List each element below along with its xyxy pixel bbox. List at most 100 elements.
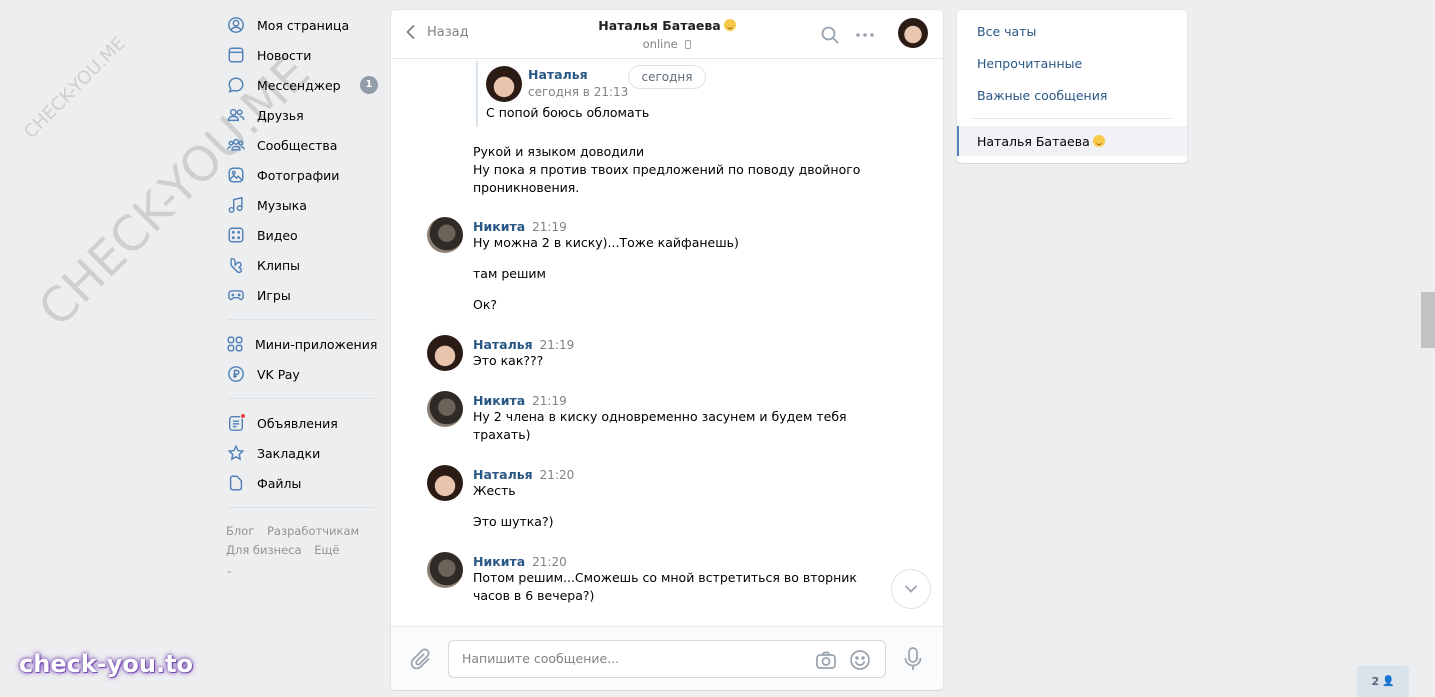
sidebar-item-messenger[interactable]: Мессенджер 1 [226,70,378,100]
sidebar-item-label: Мессенджер [257,77,341,93]
message-text: Рукой и языком доводили Ну пока я против… [473,143,860,197]
chat-avatar[interactable] [898,18,928,48]
footer-link-developers[interactable]: Разработчикам [267,524,359,538]
filter-important[interactable]: Важные сообщения [977,88,1107,103]
chat-filters-panel: Все чаты Непрочитанные Важные сообщения … [957,10,1187,163]
sidebar-item-communities[interactable]: Сообщества [226,130,376,160]
footer-link-blog[interactable]: Блог [226,524,254,538]
message-time: 21:19 [532,394,567,408]
apps-icon [226,334,244,354]
emoji-button[interactable] [849,649,871,671]
emoji-icon [850,650,870,670]
message-line: Ну пока я против твоих предложений по по… [473,162,861,177]
avatar[interactable] [427,335,463,371]
avatar[interactable] [486,66,522,102]
active-chat-name: Наталья Батаева [977,134,1090,149]
avatar[interactable] [427,465,463,501]
date-pill: сегодня [628,65,706,89]
chevron-down-icon [904,585,918,593]
file-icon [226,473,246,493]
watermark-brand: check-you.to [19,650,194,678]
forwarded-message[interactable]: Наталья сегодня в 21:13 С попой боюсь об… [476,61,649,127]
forwarded-author[interactable]: Наталья [528,67,588,82]
music-icon [226,195,246,215]
photo-icon [226,165,246,185]
sidebar-item-label: Закладки [257,445,321,461]
sidebar-item-label: Новости [257,47,312,63]
chat-bubble-icon [226,75,246,95]
online-friends-widget[interactable]: 2 👤 [1357,666,1409,697]
sidebar-item-music[interactable]: Музыка [226,190,376,220]
avatar[interactable] [427,217,463,253]
sidebar-item-ads[interactable]: Объявления [226,408,376,438]
vkpay-icon [226,364,246,384]
sidebar-item-photos[interactable]: Фотографии [226,160,376,190]
message-author[interactable]: Никита [473,554,525,569]
active-chat-item[interactable]: Наталья Батаева [957,126,1187,156]
forwarded-text: С попой боюсь обломать [486,105,650,120]
sidebar-item-label: Моя страница [257,17,350,33]
video-icon [226,225,246,245]
voice-message-button[interactable] [901,646,925,672]
message-author[interactable]: Наталья [473,337,533,352]
message-text: Жесть [473,483,516,498]
star-icon [226,443,246,463]
sidebar-item-label: Фотографии [257,167,340,183]
scroll-to-bottom-button[interactable] [891,569,931,609]
sidebar-item-label: Музыка [257,197,307,213]
paperclip-icon [410,648,430,670]
message-text: Ну можна 2 в киску)...Тоже кайфанешь) [473,235,739,250]
avatar[interactable] [427,552,463,588]
message-text: часов в 6 вечера?) [473,588,595,603]
sidebar-item-news[interactable]: Новости [226,40,376,70]
gamepad-icon [226,285,246,305]
message-author[interactable]: Никита [473,219,525,234]
news-icon [226,45,246,65]
left-sidebar: Моя страница Новости Мессенджер 1 Друзья… [226,10,378,580]
message-time: 21:20 [539,468,575,482]
sidebar-item-mini-apps[interactable]: Мини-приложения [226,329,378,359]
message-input-box[interactable] [448,640,886,678]
sidebar-item-bookmarks[interactable]: Закладки [226,438,376,468]
sidebar-item-clips[interactable]: Клипы [226,250,376,280]
message-author[interactable]: Никита [473,393,525,408]
camera-button[interactable] [815,649,837,671]
sidebar-item-vk-pay[interactable]: VK Pay [226,359,376,389]
message-text: там решим [473,266,546,281]
sidebar-item-video[interactable]: Видео [226,220,376,250]
clips-icon [226,255,246,275]
message-text: Ок? [473,297,498,312]
footer-link-business[interactable]: Для бизнеса [226,543,302,557]
message-input[interactable] [462,651,802,666]
sidebar-item-label: Игры [257,287,291,303]
avatar[interactable] [427,391,463,427]
sidebar-item-friends[interactable]: Друзья [226,100,376,130]
watermark-small: CHECK-YOU.ME [20,33,130,143]
sidebar-item-label: Сообщества [257,137,338,153]
sidebar-item-files[interactable]: Файлы [226,468,376,498]
sidebar-item-games[interactable]: Игры [226,280,376,310]
more-button[interactable] [855,25,875,45]
sidebar-item-label: Файлы [257,475,302,491]
chat-panel: Назад Наталья Батаева online Наталья сег… [391,10,943,690]
camera-icon [816,651,836,669]
sidebar-item-label: Мини-приложения [255,336,378,352]
filter-all-chats[interactable]: Все чаты [977,24,1036,39]
message-line: Рукой и языком доводили [473,144,645,159]
attach-button[interactable] [409,647,433,671]
search-button[interactable] [820,25,840,45]
person-icon: 👤 [1382,676,1395,687]
sidebar-item-label: Друзья [257,107,304,123]
sidebar-item-label: Клипы [257,257,301,273]
online-status: online [642,37,678,51]
microphone-icon [904,647,922,670]
filter-unread[interactable]: Непрочитанные [977,56,1082,71]
friends-icon [226,105,246,125]
sidebar-footer: Блог Разработчикам Для бизнеса Ещё ⌄ [226,522,376,580]
page-scrollbar[interactable] [1421,292,1435,348]
message-composer [391,626,943,690]
message-author[interactable]: Наталья [473,467,533,482]
message-text: Это шутка?) [473,514,554,529]
user-circle-icon [226,15,246,35]
sidebar-item-my-page[interactable]: Моя страница [226,10,376,40]
